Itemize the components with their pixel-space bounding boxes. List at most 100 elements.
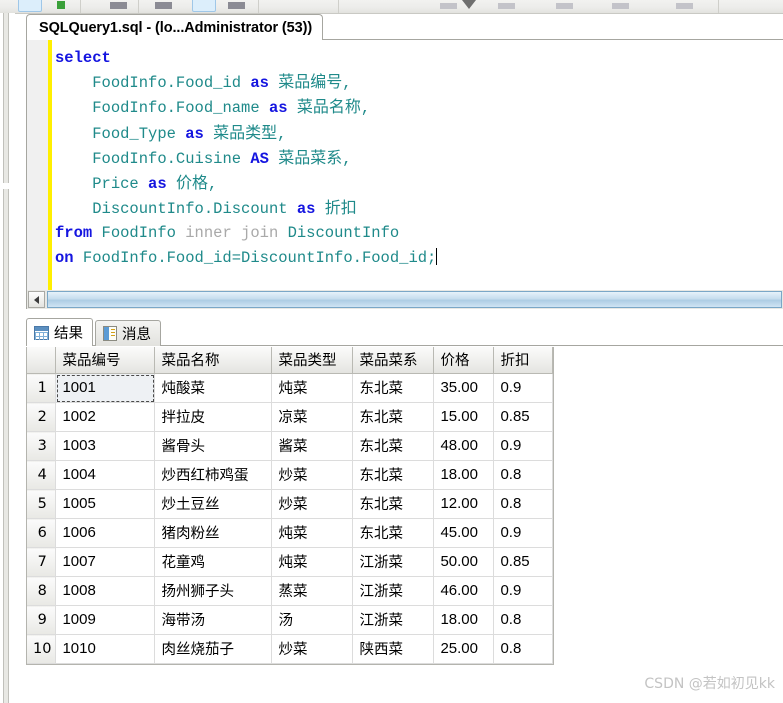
table-cell[interactable]: 35.00 bbox=[433, 373, 495, 403]
table-cell[interactable]: 凉菜 bbox=[271, 402, 354, 432]
table-cell[interactable]: 东北菜 bbox=[352, 402, 435, 432]
document-tab-sqlquery1[interactable]: SQLQuery1.sql - (lo...Administrator (53)… bbox=[26, 14, 324, 40]
table-cell[interactable]: 东北菜 bbox=[352, 431, 435, 461]
table-cell[interactable]: 1003 bbox=[55, 431, 156, 461]
table-cell[interactable]: 0.9 bbox=[493, 576, 554, 606]
row-number-cell[interactable]: 10 bbox=[27, 634, 57, 664]
table-cell[interactable]: 酱骨头 bbox=[154, 431, 273, 461]
table-cell[interactable]: 东北菜 bbox=[352, 373, 435, 403]
table-cell[interactable]: 炖酸菜 bbox=[154, 373, 273, 403]
column-header-2[interactable]: 菜品名称 bbox=[154, 347, 273, 374]
parse-button[interactable] bbox=[110, 2, 127, 9]
table-cell[interactable]: 18.00 bbox=[433, 460, 495, 490]
row-number-cell[interactable]: 2 bbox=[27, 402, 57, 432]
table-cell[interactable]: 蒸菜 bbox=[271, 576, 354, 606]
row-number-cell[interactable]: 7 bbox=[27, 547, 57, 577]
table-cell[interactable]: 0.8 bbox=[493, 460, 554, 490]
table-cell[interactable]: 拌拉皮 bbox=[154, 402, 273, 432]
toolbar-extra-button[interactable] bbox=[556, 3, 573, 9]
column-header-6[interactable]: 折扣 bbox=[493, 347, 554, 374]
results-to-grid-button[interactable] bbox=[228, 2, 245, 9]
table-cell[interactable]: 48.00 bbox=[433, 431, 495, 461]
table-cell[interactable]: 0.8 bbox=[493, 605, 554, 635]
table-cell[interactable]: 海带汤 bbox=[154, 605, 273, 635]
table-cell[interactable]: 炒菜 bbox=[271, 634, 354, 664]
table-cell[interactable]: 50.00 bbox=[433, 547, 495, 577]
table-cell[interactable]: 0.85 bbox=[493, 547, 554, 577]
column-header-3[interactable]: 菜品类型 bbox=[271, 347, 354, 374]
table-cell[interactable]: 肉丝烧茄子 bbox=[154, 634, 273, 664]
table-cell[interactable]: 1010 bbox=[55, 634, 156, 664]
row-number-cell[interactable]: 9 bbox=[27, 605, 57, 635]
new-query-button[interactable] bbox=[18, 0, 42, 12]
table-row[interactable]: 1 1001 炖酸菜 炖菜 东北菜 35.00 0.9 bbox=[27, 373, 554, 403]
row-number-cell[interactable]: 4 bbox=[27, 460, 57, 490]
table-cell[interactable]: 炒菜 bbox=[271, 460, 354, 490]
table-row[interactable]: 5 1005 炒土豆丝 炒菜 东北菜 12.00 0.8 bbox=[27, 489, 554, 519]
table-cell[interactable]: 0.9 bbox=[493, 373, 554, 403]
table-row[interactable]: 3 1003 酱骨头 酱菜 东北菜 48.00 0.9 bbox=[27, 431, 554, 461]
table-row[interactable]: 4 1004 炒西红柿鸡蛋 炒菜 东北菜 18.00 0.8 bbox=[27, 460, 554, 490]
row-number-cell[interactable]: 8 bbox=[27, 576, 57, 606]
table-cell[interactable]: 0.8 bbox=[493, 634, 554, 664]
tab-messages[interactable]: 消息 bbox=[95, 320, 161, 346]
row-number-cell[interactable]: 6 bbox=[27, 518, 57, 548]
row-number-cell[interactable]: 3 bbox=[27, 431, 57, 461]
table-cell[interactable]: 0.9 bbox=[493, 518, 554, 548]
table-cell[interactable]: 0.85 bbox=[493, 402, 554, 432]
stop-button[interactable] bbox=[192, 0, 216, 12]
table-cell[interactable]: 炒菜 bbox=[271, 489, 354, 519]
table-row[interactable]: 9 1009 海带汤汤江浙菜 18.00 0.8 bbox=[27, 605, 554, 635]
table-cell[interactable]: 25.00 bbox=[433, 634, 495, 664]
table-cell[interactable]: 1004 bbox=[55, 460, 156, 490]
table-cell[interactable]: 15.00 bbox=[433, 402, 495, 432]
toolbar-extra-button[interactable] bbox=[440, 3, 457, 9]
table-cell[interactable]: 炖菜 bbox=[271, 518, 354, 548]
table-row[interactable]: 8 1008 扬州狮子头 蒸菜 江浙菜 46.00 0.9 bbox=[27, 576, 554, 606]
table-cell[interactable]: 酱菜 bbox=[271, 431, 354, 461]
table-cell[interactable]: 江浙菜 bbox=[352, 576, 435, 606]
scroll-left-arrow-icon[interactable] bbox=[28, 291, 45, 308]
debug-button[interactable] bbox=[155, 2, 172, 9]
table-cell[interactable]: 炖菜 bbox=[271, 373, 354, 403]
execute-button[interactable] bbox=[57, 1, 65, 9]
chevron-down-icon[interactable] bbox=[462, 0, 476, 9]
table-cell[interactable]: 0.9 bbox=[493, 431, 554, 461]
table-cell[interactable]: 45.00 bbox=[433, 518, 495, 548]
table-row[interactable]: 7 1007 花童鸡 炖菜 江浙菜 50.00 0.85 bbox=[27, 547, 554, 577]
table-cell[interactable]: 18.00 bbox=[433, 605, 495, 635]
table-cell[interactable]: 1005 bbox=[55, 489, 156, 519]
table-row[interactable]: 10 1010 肉丝烧茄子 炒菜 陕西菜 25.00 0.8 bbox=[27, 634, 554, 664]
row-number-cell[interactable]: 1 bbox=[27, 373, 57, 403]
table-cell[interactable]: 汤 bbox=[271, 605, 354, 635]
table-cell[interactable]: 1006 bbox=[55, 518, 156, 548]
column-header-4[interactable]: 菜品菜系 bbox=[352, 347, 435, 374]
row-number-cell[interactable]: 5 bbox=[27, 489, 57, 519]
table-cell[interactable]: 1008 bbox=[55, 576, 156, 606]
code-editor[interactable]: select FoodInfo.Food_id as 菜品编号, FoodInf… bbox=[26, 40, 783, 290]
scrollbar-thumb[interactable] bbox=[47, 291, 782, 308]
table-cell[interactable]: 江浙菜 bbox=[352, 605, 435, 635]
table-cell[interactable]: 扬州狮子头 bbox=[154, 576, 273, 606]
column-header-5[interactable]: 价格 bbox=[433, 347, 495, 374]
table-cell[interactable]: 1009 bbox=[55, 605, 156, 635]
table-cell[interactable]: 0.8 bbox=[493, 489, 554, 519]
table-cell[interactable]: 东北菜 bbox=[352, 518, 435, 548]
table-cell[interactable]: 12.00 bbox=[433, 489, 495, 519]
table-cell[interactable]: 1002 bbox=[55, 402, 156, 432]
editor-horizontal-scrollbar[interactable] bbox=[26, 290, 783, 309]
table-cell[interactable]: 炒土豆丝 bbox=[154, 489, 273, 519]
table-cell[interactable]: 猪肉粉丝 bbox=[154, 518, 273, 548]
properties-collapsed-bar[interactable] bbox=[3, 189, 9, 703]
toolbar-extra-button[interactable] bbox=[612, 3, 629, 9]
toolbar-extra-button[interactable] bbox=[498, 3, 515, 9]
table-cell[interactable]: 1001 bbox=[55, 373, 156, 403]
table-row[interactable]: 6 1006 猪肉粉丝 炖菜 东北菜 45.00 0.9 bbox=[27, 518, 554, 548]
table-cell[interactable]: 东北菜 bbox=[352, 460, 435, 490]
object-explorer-collapsed-bar[interactable] bbox=[3, 13, 9, 183]
table-cell[interactable]: 花童鸡 bbox=[154, 547, 273, 577]
table-cell[interactable]: 46.00 bbox=[433, 576, 495, 606]
table-cell[interactable]: 江浙菜 bbox=[352, 547, 435, 577]
table-cell[interactable]: 东北菜 bbox=[352, 489, 435, 519]
toolbar-extra-button[interactable] bbox=[676, 3, 693, 9]
